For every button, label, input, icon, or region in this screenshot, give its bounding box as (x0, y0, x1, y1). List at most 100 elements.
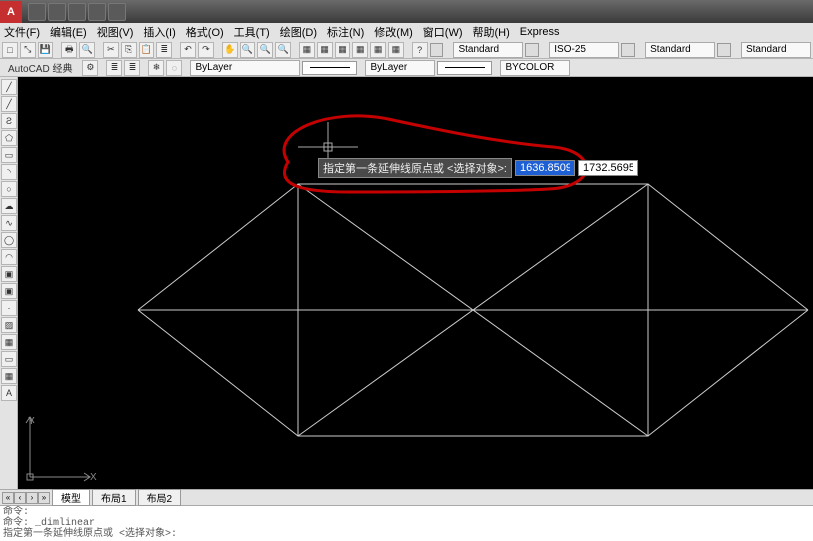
menu-modify[interactable]: 修改(M) (374, 24, 413, 40)
menu-edit[interactable]: 编辑(E) (50, 24, 87, 40)
tool-rect-icon[interactable]: ▭ (1, 147, 17, 163)
tool-cut-icon[interactable]: ✂ (103, 42, 119, 58)
layer-off-icon[interactable]: ◌ (166, 60, 182, 76)
menu-express[interactable]: Express (520, 26, 560, 38)
tool-hatch-icon[interactable]: ▨ (1, 317, 17, 333)
cmd-current: 指定第一条延伸线原点或 <选择对象>: (3, 529, 810, 540)
layer-freeze-icon[interactable]: ❄ (148, 60, 164, 76)
workspace-gear-icon[interactable]: ⚙ (82, 60, 98, 76)
tool-open-icon[interactable]: ⤡ (20, 42, 36, 58)
menu-format[interactable]: 格式(O) (186, 24, 224, 40)
tool-new-icon[interactable]: □ (2, 42, 18, 58)
sheet-tabs: « ‹ › » 模型 布局1 布局2 (0, 489, 813, 505)
quick-access-toolbar (28, 3, 126, 21)
mleaderstyle-icon (717, 43, 731, 57)
drawing-svg (18, 77, 813, 489)
tab-layout1[interactable]: 布局1 (92, 489, 136, 506)
tool-markup-icon[interactable]: ▦ (370, 42, 386, 58)
tool-mtext-icon[interactable]: A (1, 385, 17, 401)
dimstyle-combo[interactable]: ISO-25 (549, 42, 619, 58)
workspace-name: AutoCAD 经典 (8, 60, 72, 75)
menu-window[interactable]: 窗口(W) (423, 24, 463, 40)
tool-line-icon[interactable]: ╱ (1, 79, 17, 95)
tool-undo-icon[interactable]: ↶ (180, 42, 196, 58)
tool-sheetset-icon[interactable]: ▦ (352, 42, 368, 58)
tool-calc-icon[interactable]: ▦ (388, 42, 404, 58)
qat-redo[interactable] (108, 3, 126, 21)
textstyle-combo[interactable]: Standard (453, 42, 523, 58)
tab-layout2[interactable]: 布局2 (138, 489, 182, 506)
tool-palette-icon[interactable]: ▦ (335, 42, 351, 58)
tool-dcenter-icon[interactable]: ▦ (317, 42, 333, 58)
tab-nav-first-icon[interactable]: « (2, 492, 14, 504)
tab-nav-next-icon[interactable]: › (26, 492, 38, 504)
tool-arc-icon[interactable]: ◝ (1, 164, 17, 180)
menu-insert[interactable]: 插入(I) (143, 24, 175, 40)
tablestyle-icon (621, 43, 635, 57)
tab-nav-prev-icon[interactable]: ‹ (14, 492, 26, 504)
tool-circle-icon[interactable]: ○ (1, 181, 17, 197)
coord-x-input[interactable] (515, 160, 575, 176)
menu-help[interactable]: 帮助(H) (473, 24, 510, 40)
tool-insert-icon[interactable]: ▣ (1, 266, 17, 282)
tablestyle-combo[interactable]: Standard (645, 42, 715, 58)
dimstyle-icon (525, 43, 539, 57)
titlebar: A (0, 0, 813, 23)
tool-help-icon[interactable]: ? (412, 42, 428, 58)
menubar: 文件(F) 编辑(E) 视图(V) 插入(I) 格式(O) 工具(T) 绘图(D… (0, 23, 813, 41)
tool-copy-icon[interactable]: ⎘ (121, 42, 137, 58)
tool-gradient-icon[interactable]: ▦ (1, 334, 17, 350)
tool-redo-icon[interactable]: ↷ (198, 42, 214, 58)
tool-preview-icon[interactable]: 🔍 (79, 42, 95, 58)
draw-toolbox: ╱ ╱ Ƨ ⬠ ▭ ◝ ○ ☁ ∿ ◯ ◠ ▣ ▣ · ▨ ▦ ▭ ▦ A (0, 77, 18, 489)
tool-xline-icon[interactable]: ╱ (1, 96, 17, 112)
dynamic-input-prompt: 指定第一条延伸线原点或 <选择对象>: (318, 159, 638, 177)
tool-pline-icon[interactable]: Ƨ (1, 113, 17, 129)
tool-props-icon[interactable]: ▦ (299, 42, 315, 58)
tool-revcloud-icon[interactable]: ☁ (1, 198, 17, 214)
qat-open[interactable] (48, 3, 66, 21)
tool-zoom-win-icon[interactable]: 🔍 (257, 42, 273, 58)
tool-pan-icon[interactable]: ✋ (222, 42, 238, 58)
drawing-canvas[interactable]: Y X 指定第一条延伸线原点或 <选择对象>: (18, 77, 813, 489)
linetype-swatch (302, 61, 357, 75)
tool-zoom-prev-icon[interactable]: 🔍 (275, 42, 291, 58)
tab-model[interactable]: 模型 (52, 489, 90, 506)
qat-save[interactable] (68, 3, 86, 21)
tool-polygon-icon[interactable]: ⬠ (1, 130, 17, 146)
qat-undo[interactable] (88, 3, 106, 21)
tool-block-icon[interactable]: ▣ (1, 283, 17, 299)
tool-zoom-rt-icon[interactable]: 🔍 (240, 42, 256, 58)
tool-point-icon[interactable]: · (1, 300, 17, 316)
menu-view[interactable]: 视图(V) (97, 24, 134, 40)
tool-paste-icon[interactable]: 📋 (139, 42, 155, 58)
tool-ellipse-icon[interactable]: ◯ (1, 232, 17, 248)
tab-nav-last-icon[interactable]: » (38, 492, 50, 504)
color-combo[interactable]: BYCOLOR (500, 60, 570, 76)
layer-states-icon[interactable]: ≣ (124, 60, 140, 76)
tool-match-icon[interactable]: ≣ (156, 42, 172, 58)
standard-toolbar: □ ⤡ 💾 🖶 🔍 ✂ ⎘ 📋 ≣ ↶ ↷ ✋ 🔍 🔍 🔍 ▦ ▦ ▦ ▦ ▦ … (0, 41, 813, 59)
layer-combo[interactable]: ByLayer (190, 60, 300, 76)
cmd-history-2: 命令: _dimlinear (3, 518, 810, 529)
coord-y-input[interactable] (578, 160, 638, 176)
qat-new[interactable] (28, 3, 46, 21)
menu-draw[interactable]: 绘图(D) (280, 24, 317, 40)
command-line[interactable]: 命令: 命令: _dimlinear 指定第一条延伸线原点或 <选择对象>: (0, 505, 813, 541)
tool-region-icon[interactable]: ▭ (1, 351, 17, 367)
tool-save-icon[interactable]: 💾 (38, 42, 54, 58)
layer-props-icon[interactable]: ≣ (106, 60, 122, 76)
menu-file[interactable]: 文件(F) (4, 24, 40, 40)
menu-dimension[interactable]: 标注(N) (327, 24, 364, 40)
tool-ellipsearc-icon[interactable]: ◠ (1, 249, 17, 265)
layers-toolbar: AutoCAD 经典 ⚙ ≣ ≣ ❄ ◌ ByLayer ByLayer BYC… (0, 59, 813, 77)
tool-table-icon[interactable]: ▦ (1, 368, 17, 384)
menu-tools[interactable]: 工具(T) (234, 24, 270, 40)
app-logo[interactable]: A (0, 1, 22, 23)
tool-spline-icon[interactable]: ∿ (1, 215, 17, 231)
cmd-history-1: 命令: (3, 507, 810, 518)
tool-plot-icon[interactable]: 🖶 (61, 42, 77, 58)
lineweight-swatch (437, 61, 492, 75)
linetype-combo[interactable]: ByLayer (365, 60, 435, 76)
mleaderstyle-combo[interactable]: Standard (741, 42, 811, 58)
